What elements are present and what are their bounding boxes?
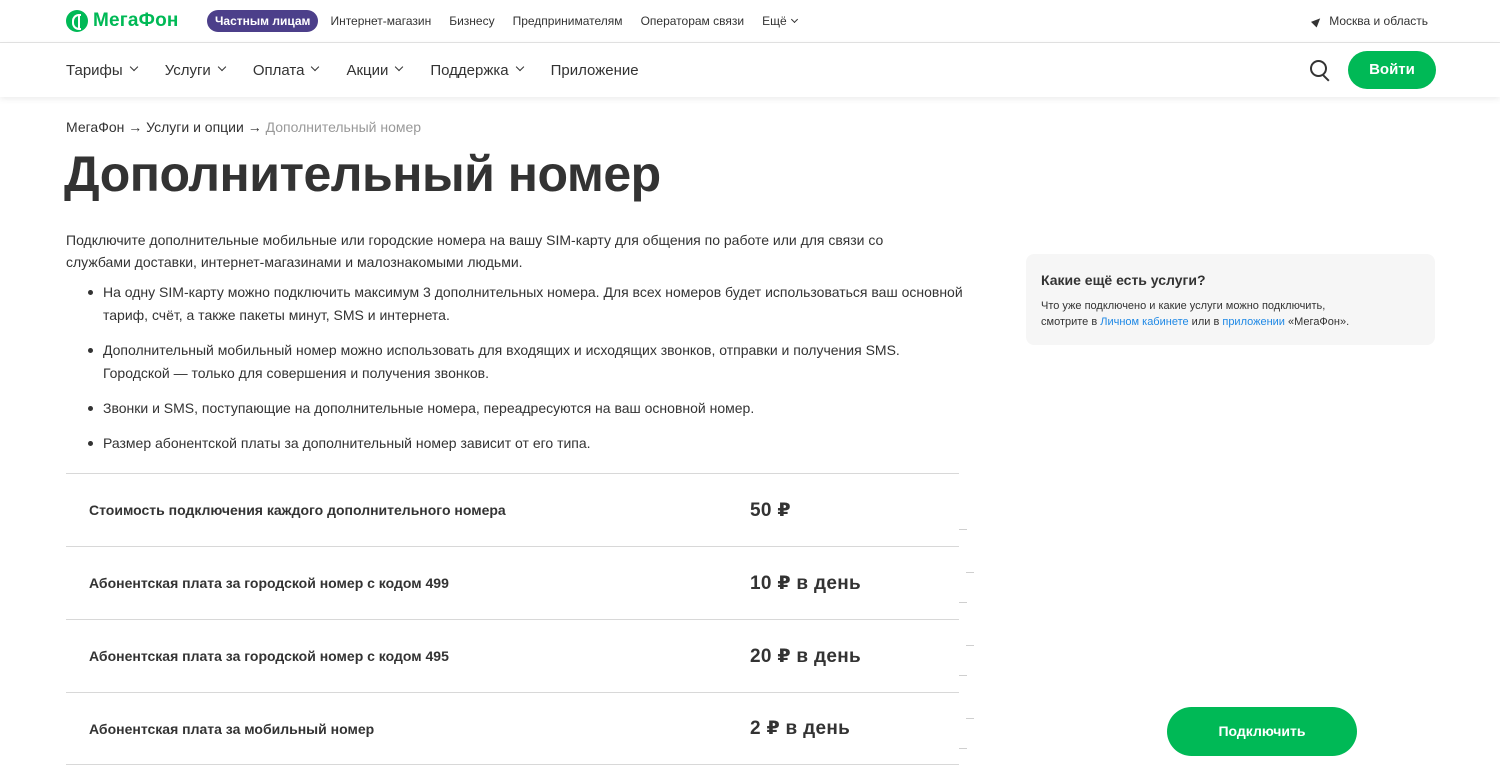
menu-promotions-label: Акции: [346, 61, 389, 79]
card-title: Какие ещё есть услуги?: [1041, 272, 1206, 288]
price-label: Абонентская плата за городской номер с к…: [89, 575, 449, 591]
menu-app[interactable]: Приложение: [551, 62, 639, 79]
price-label: Абонентская плата за мобильный номер: [89, 720, 375, 737]
segment-shop[interactable]: Интернет-магазин: [318, 10, 440, 32]
page-title: Дополнительный номер: [64, 146, 661, 202]
menu-payment[interactable]: Оплата: [252, 61, 320, 79]
menu-payment-label: Оплата: [252, 61, 305, 79]
search-button[interactable]: [1308, 58, 1334, 84]
menu-tariffs[interactable]: Тарифы: [66, 61, 138, 79]
divider-tick: [959, 529, 967, 530]
segment-private[interactable]: Частным лицам: [207, 10, 319, 32]
segment-more-label: Ещё: [762, 14, 787, 28]
intro-text: Подключите дополнительные мобильные или …: [66, 232, 884, 270]
breadcrumb-services[interactable]: Услуги и опции: [146, 119, 244, 135]
divider-tick: [966, 645, 974, 646]
list-item: Размер абонентской платы за дополнительн…: [85, 432, 965, 455]
price-value: 20 ₽ в день: [750, 645, 861, 667]
list-item: Звонки и SMS, поступающие на дополнитель…: [85, 397, 965, 420]
region-selector[interactable]: Москва и область: [1311, 14, 1428, 28]
region-label: Москва и область: [1329, 14, 1428, 28]
breadcrumb-current: Дополнительный номер: [265, 119, 422, 135]
personal-account-link[interactable]: Личном кабинете: [1100, 316, 1188, 328]
megafon-logo[interactable]: МегаФон: [66, 10, 179, 32]
feature-list: На одну SIM-карту можно подключить макси…: [85, 281, 965, 455]
segment-entrepreneurs[interactable]: Предпринимателям: [504, 10, 632, 32]
chevron-down-icon: [395, 62, 404, 72]
location-arrow-icon: [1311, 14, 1324, 28]
segment-operators[interactable]: Операторам связи: [632, 10, 754, 32]
chevron-down-icon: [217, 62, 227, 72]
table-row: Абонентская плата за мобильный номер 2 ₽…: [66, 692, 959, 765]
connect-button[interactable]: Подключить: [1167, 707, 1357, 756]
search-icon-handle: [1322, 74, 1330, 82]
login-button[interactable]: Войти: [1348, 51, 1436, 89]
menu-app-label: Приложение: [550, 61, 639, 79]
breadcrumb-home[interactable]: МегаФон: [66, 119, 124, 135]
menu-promotions[interactable]: Акции: [346, 61, 404, 79]
price-label: Абонентская плата за городской номер с к…: [89, 648, 449, 664]
chevron-down-icon: [515, 62, 524, 72]
menu-tariffs-label: Тарифы: [66, 61, 123, 79]
table-row: Абонентская плата за городской номер с к…: [66, 619, 959, 692]
segment-business[interactable]: Бизнесу: [440, 10, 503, 32]
card-text-line: Что уже подключено и какие услуги можно …: [1041, 300, 1326, 312]
menu-support-label: Поддержка: [430, 61, 509, 79]
top-bar: МегаФон Частным лицам Интернет-магазин Б…: [0, 0, 1500, 43]
breadcrumb-separator: →: [124, 119, 147, 135]
chevron-down-icon: [311, 62, 320, 72]
main-menu: Тарифы Услуги Оплата Акции Поддержка При…: [66, 43, 667, 97]
menu-services-label: Услуги: [164, 61, 211, 79]
divider-tick: [959, 675, 967, 676]
chevron-down-icon: [790, 15, 798, 24]
breadcrumb: МегаФон → Услуги и опции → Дополнительны…: [66, 119, 421, 135]
logo-text: МегаФон: [93, 10, 179, 31]
card-text-part: или в: [1188, 316, 1223, 328]
main-nav: Тарифы Услуги Оплата Акции Поддержка При…: [0, 43, 1500, 97]
segment-more[interactable]: Ещё: [753, 10, 806, 32]
price-value: 10 ₽ в день: [750, 572, 861, 594]
card-text-part: «МегаФон».: [1284, 316, 1350, 328]
app-link[interactable]: приложении: [1222, 316, 1285, 328]
price-value: 50 ₽: [750, 499, 791, 521]
card-text: Что уже подключено и какие услуги можно …: [1041, 298, 1420, 330]
divider-tick: [966, 572, 974, 573]
segment-nav: Частным лицам Интернет-магазин Бизнесу П…: [207, 10, 806, 32]
price-label: Стоимость подключения каждого дополнител…: [89, 502, 506, 518]
divider-tick: [959, 602, 967, 603]
divider-tick: [959, 748, 967, 749]
table-row: Стоимость подключения каждого дополнител…: [66, 473, 959, 546]
list-item: Дополнительный мобильный номер можно исп…: [85, 339, 965, 385]
list-item: На одну SIM-карту можно подключить макси…: [85, 281, 965, 327]
divider-tick: [966, 718, 974, 719]
megafon-logo-icon: [66, 10, 88, 32]
price-value: 2 ₽ в день: [750, 718, 851, 739]
menu-services[interactable]: Услуги: [164, 61, 227, 79]
breadcrumb-separator: →: [243, 119, 266, 135]
card-text-part: смотрите в: [1041, 316, 1101, 328]
price-table: Стоимость подключения каждого дополнител…: [66, 473, 959, 765]
menu-support[interactable]: Поддержка: [430, 61, 524, 79]
chevron-down-icon: [129, 62, 138, 72]
other-services-card: Какие ещё есть услуги? Что уже подключен…: [1026, 254, 1435, 345]
table-row: Абонентская плата за городской номер с к…: [66, 546, 959, 619]
